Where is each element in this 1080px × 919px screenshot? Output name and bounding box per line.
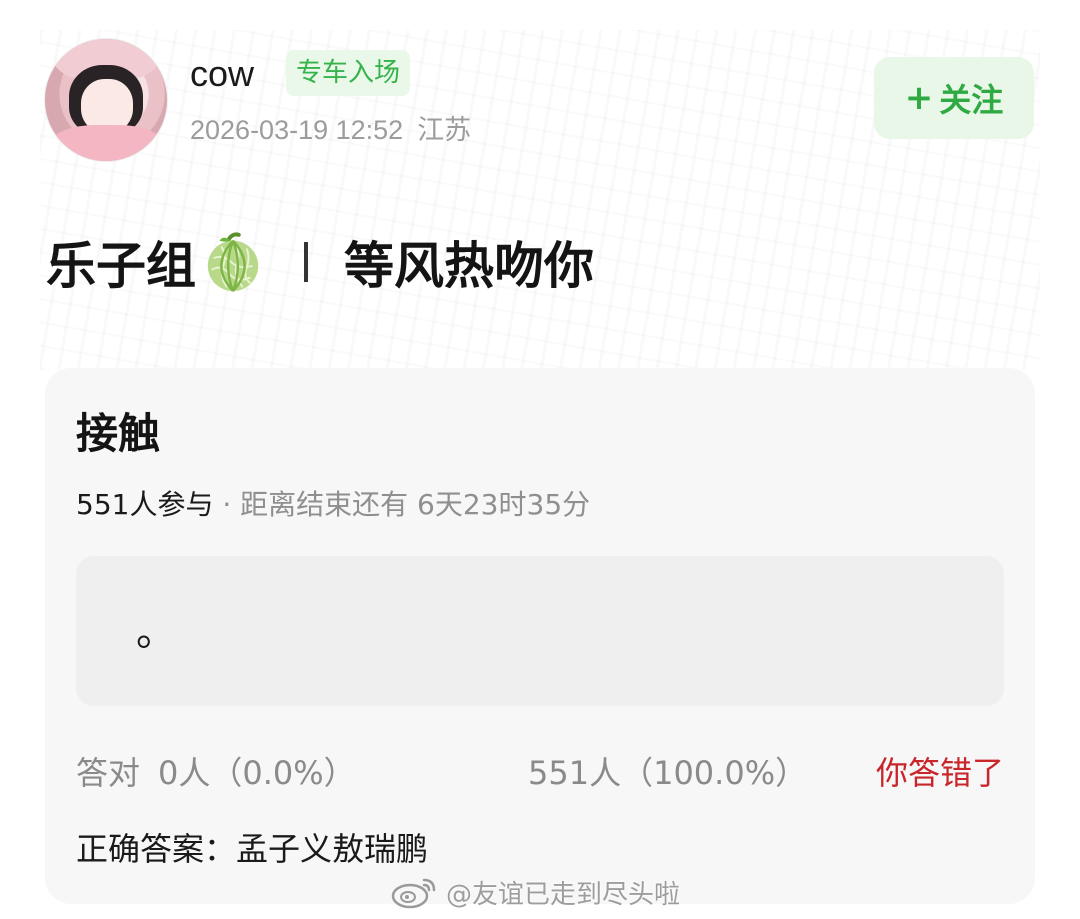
quiz-stats: 答对 0人（0.0%） 551人（100.0%） 你答错了 xyxy=(76,750,1004,796)
quiz-question: 接触 xyxy=(76,409,161,458)
follow-button-label: 关注 xyxy=(939,81,1004,119)
correct-answer: 正确答案：孟子义敖瑞鹏 xyxy=(76,826,428,872)
post-timestamp: 2026-03-19 12:52 xyxy=(190,115,404,145)
plus-icon: + xyxy=(904,78,934,118)
watermark-text: @友谊已走到尽头啦 xyxy=(446,879,681,910)
quiz-card: 接触 551人参与 · 距离结束还有 6天23时35分 。 答对 0人（0.0%）… xyxy=(45,368,1035,904)
verdict-text: 你答错了 xyxy=(875,754,1004,792)
title-divider xyxy=(304,242,308,282)
correct-stat: 答对 0人（0.0%） xyxy=(76,750,356,796)
weibo-logo-icon xyxy=(391,878,436,909)
watermark: @友谊已走到尽头啦 xyxy=(390,872,680,912)
answer-value: 孟子义敖瑞鹏 xyxy=(236,830,429,868)
post-page: cow 专车入场 2026-03-19 12:52 江苏 + 关注 乐子组 等风… xyxy=(0,0,1080,919)
melon-icon xyxy=(207,232,259,292)
quiz-meta: 551人参与 · 距离结束还有 6天23时35分 xyxy=(76,485,590,525)
quiz-meta-separator: · xyxy=(213,488,241,521)
wrong-stat: 551人（100.0%） xyxy=(528,754,808,792)
follow-button[interactable]: + 关注 xyxy=(874,57,1034,139)
post-title: 乐子组 等风热吻你 xyxy=(46,222,594,302)
correct-count: 0人（0.0%） xyxy=(158,754,356,792)
post-meta: 2026-03-19 12:52 江苏 xyxy=(190,110,471,150)
avatar[interactable] xyxy=(44,38,168,162)
post-title-left: 乐子组 xyxy=(46,237,196,295)
quiz-time-left: 距离结束还有 6天23时35分 xyxy=(240,488,591,521)
correct-label: 答对 xyxy=(76,754,141,792)
post-location: 江苏 xyxy=(417,115,472,145)
post-title-right: 等风热吻你 xyxy=(344,237,594,295)
quiz-option-text: 。 xyxy=(136,609,176,655)
quiz-option[interactable]: 。 xyxy=(76,556,1004,706)
user-tag-badge: 专车入场 xyxy=(286,50,411,96)
answer-label: 正确答案： xyxy=(76,830,237,868)
quiz-participants: 551人参与 xyxy=(76,488,214,521)
username[interactable]: cow xyxy=(190,52,254,96)
